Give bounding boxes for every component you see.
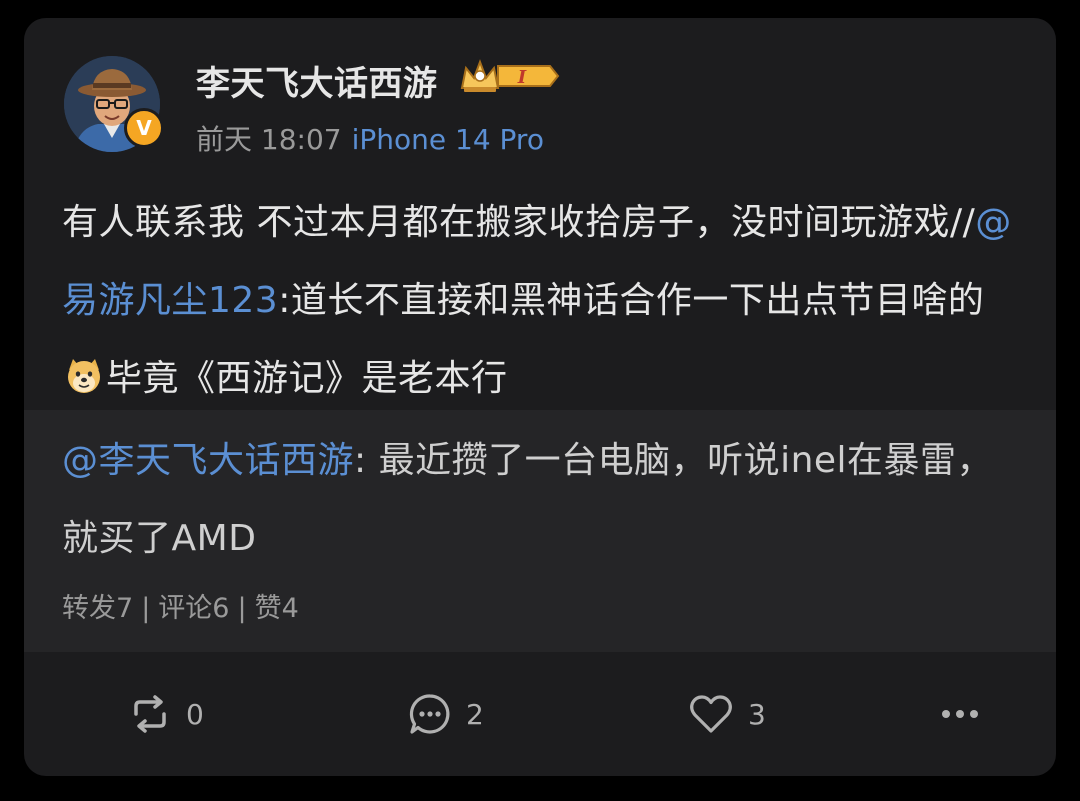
- repost-button[interactable]: 0: [128, 690, 204, 738]
- post-text: 有人联系我 不过本月都在搬家收拾房子，没时间玩游戏//@易游凡尘123:道长不直…: [62, 184, 1022, 418]
- like-button[interactable]: 3: [688, 690, 766, 738]
- badge-level: I: [517, 67, 527, 88]
- stats-separator: |: [141, 593, 151, 624]
- quoted-post-stats: 转发7 | 评论6 | 赞4: [62, 586, 299, 625]
- post-text-part3: 毕竟《西游记》是老本行: [106, 358, 508, 399]
- more-button[interactable]: [940, 690, 980, 738]
- verified-icon: V: [124, 108, 164, 148]
- username[interactable]: 李天飞大话西游: [196, 56, 438, 105]
- quoted-post[interactable]: @李天飞大话西游: 最近攒了一台电脑，听说inel在暴雷，就买了AMD 转发7 |…: [24, 410, 1056, 652]
- quoted-like-count[interactable]: 赞4: [255, 593, 299, 624]
- stats-separator: |: [237, 593, 247, 624]
- repost-icon: [128, 694, 172, 734]
- vip-badge-icon[interactable]: I: [458, 54, 562, 98]
- quoted-comment-count[interactable]: 评论6: [158, 593, 229, 624]
- post-device[interactable]: iPhone 14 Pro: [352, 123, 544, 156]
- post-text-part1: 有人联系我 不过本月都在搬家收拾房子，没时间玩游戏//: [62, 202, 976, 243]
- doge-emoji-icon: [64, 346, 104, 393]
- comment-count: 2: [466, 697, 484, 731]
- quoted-post-text: @李天飞大话西游: 最近攒了一台电脑，听说inel在暴雷，就买了AMD: [62, 422, 1012, 578]
- more-icon: [940, 708, 980, 720]
- avatar-container[interactable]: V: [64, 56, 164, 152]
- comment-button[interactable]: 2: [408, 690, 484, 738]
- quoted-repost-count[interactable]: 转发7: [62, 593, 133, 624]
- post-time: 前天 18:07: [196, 123, 342, 156]
- repost-count: 0: [186, 697, 204, 731]
- quoted-author-mention[interactable]: @李天飞大话西游: [62, 440, 354, 481]
- post-card[interactable]: V 李天飞大话西游 I 前天 18:07 iPhone 14 Pro 有人联系我 …: [24, 18, 1056, 776]
- heart-icon: [688, 693, 734, 735]
- comment-icon: [408, 692, 452, 736]
- post-meta: 前天 18:07 iPhone 14 Pro: [196, 118, 544, 158]
- post-text-part2: :道长不直接和黑神话合作一下出点节目啥的: [278, 280, 985, 321]
- like-count: 3: [748, 697, 766, 731]
